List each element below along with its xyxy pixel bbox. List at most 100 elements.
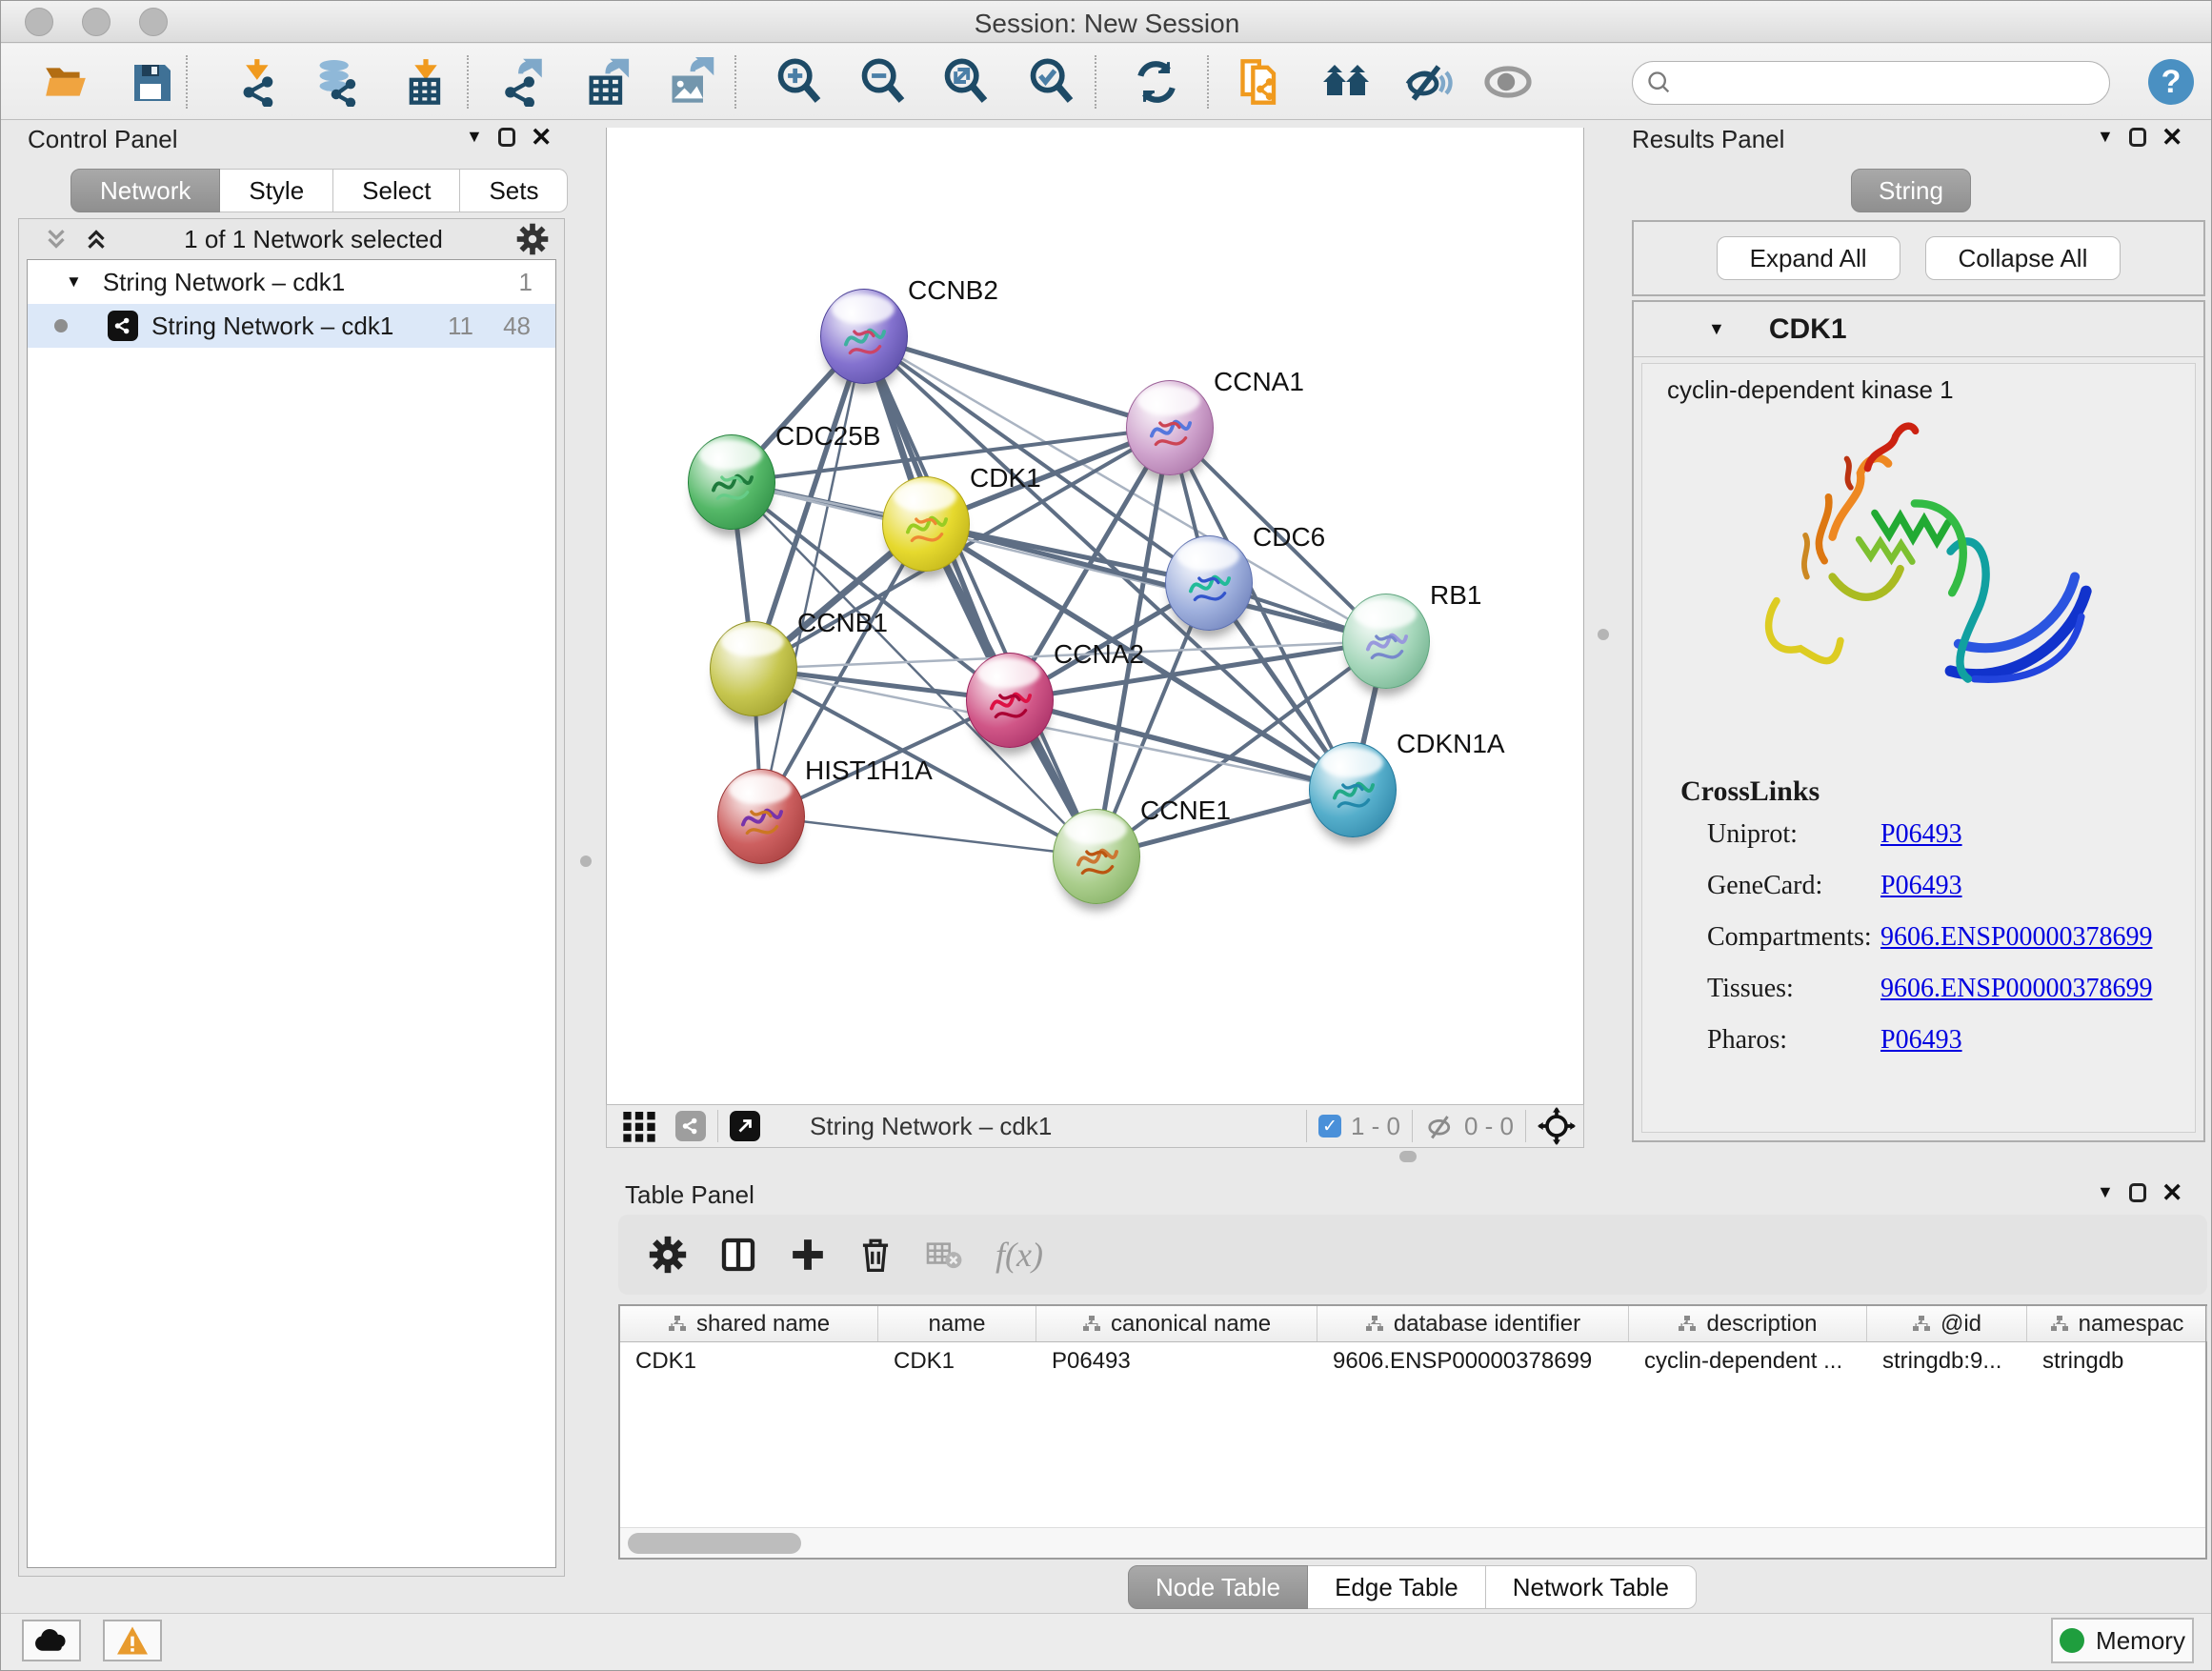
- table-cell[interactable]: 9606.ENSP00000378699: [1317, 1348, 1629, 1375]
- table-options-gear-icon[interactable]: [649, 1236, 687, 1274]
- results-panel-close-icon[interactable]: ✕: [2162, 128, 2183, 147]
- tab-network-table[interactable]: Network Table: [1486, 1565, 1697, 1609]
- results-panel-float-icon[interactable]: [2129, 128, 2146, 147]
- column-header-id[interactable]: @id: [1867, 1306, 2027, 1341]
- network-row[interactable]: String Network – cdk1 11 48: [28, 304, 555, 348]
- network-node-ccne1[interactable]: [1053, 809, 1140, 904]
- zoom-selected-icon[interactable]: [1027, 57, 1076, 107]
- collection-expand-icon[interactable]: ▼: [66, 272, 82, 292]
- expand-all-icon[interactable]: [82, 225, 111, 253]
- node-structure-thumbnail: [1359, 617, 1415, 673]
- table-cell[interactable]: stringdb:9...: [1867, 1348, 2027, 1375]
- network-node-ccnb1[interactable]: [710, 621, 797, 716]
- grid-view-icon[interactable]: [620, 1107, 658, 1145]
- network-selection-summary: 1 of 1 Network selected: [111, 225, 516, 254]
- tab-edge-table[interactable]: Edge Table: [1308, 1565, 1486, 1609]
- table-cell[interactable]: CDK1: [878, 1348, 1036, 1375]
- warnings-button[interactable]: [103, 1620, 162, 1661]
- tab-select[interactable]: Select: [333, 169, 460, 212]
- network-options-gear-icon[interactable]: [516, 223, 549, 255]
- home-icon[interactable]: [1321, 57, 1371, 107]
- network-node-hist1h1a[interactable]: [717, 769, 805, 864]
- column-header-name[interactable]: name: [878, 1306, 1036, 1341]
- eye-slash-icon[interactable]: [1404, 57, 1454, 107]
- network-node-rb1[interactable]: [1342, 594, 1430, 689]
- delete-column-icon[interactable]: [858, 1236, 893, 1274]
- network-collection-row[interactable]: ▼ String Network – cdk1 1: [28, 260, 555, 304]
- show-columns-icon[interactable]: [719, 1236, 757, 1274]
- table-panel-menu-icon[interactable]: ▼: [2097, 1182, 2114, 1202]
- birds-eye-view-icon[interactable]: [730, 1111, 760, 1141]
- table-horizontal-scrollbar[interactable]: [620, 1527, 2205, 1558]
- save-session-icon[interactable]: [127, 57, 176, 107]
- network-node-ccnb2[interactable]: [820, 289, 908, 384]
- protein-collapse-icon[interactable]: ▼: [1708, 319, 1725, 339]
- column-header-databaseidentifier[interactable]: database identifier: [1317, 1306, 1629, 1341]
- table-cell[interactable]: CDK1: [620, 1348, 878, 1375]
- zoom-out-icon[interactable]: [858, 57, 908, 107]
- table-panel-close-icon[interactable]: ✕: [2162, 1183, 2183, 1202]
- table-panel-tabs: Node TableEdge TableNetwork Table: [1128, 1565, 1697, 1609]
- network-node-cdc6[interactable]: [1165, 535, 1253, 631]
- export-image-icon[interactable]: [666, 57, 715, 107]
- tab-node-table[interactable]: Node Table: [1128, 1565, 1308, 1609]
- create-column-icon[interactable]: [790, 1237, 826, 1273]
- selected-nodes-checkbox[interactable]: ✓: [1318, 1115, 1341, 1137]
- column-header-canonicalname[interactable]: canonical name: [1036, 1306, 1317, 1341]
- network-canvas[interactable]: CCNB2CCNA1CDC25BCDK1CDC6RB1CCNB1CCNA2CDK…: [606, 128, 1584, 1104]
- tab-network[interactable]: Network: [70, 169, 220, 212]
- tab-sets[interactable]: Sets: [460, 169, 568, 212]
- string-documents-icon[interactable]: [1237, 57, 1286, 107]
- open-session-icon[interactable]: [41, 57, 90, 107]
- network-node-ccna1[interactable]: [1126, 380, 1214, 475]
- tab-style[interactable]: Style: [220, 169, 333, 212]
- crosslink-link[interactable]: P06493: [1880, 1025, 1962, 1056]
- scrollbar-thumb[interactable]: [628, 1533, 801, 1554]
- export-network-icon[interactable]: [500, 57, 550, 107]
- import-table-icon[interactable]: [401, 57, 451, 107]
- refresh-icon[interactable]: [1132, 57, 1181, 107]
- network-node-ccna2[interactable]: [966, 653, 1054, 748]
- search-input[interactable]: [1680, 70, 2081, 96]
- expand-all-button[interactable]: Expand All: [1717, 236, 1900, 280]
- results-panel-menu-icon[interactable]: ▼: [2097, 127, 2114, 147]
- right-splitter-handle[interactable]: [1598, 629, 1609, 640]
- cloud-button[interactable]: [22, 1620, 81, 1661]
- zoom-in-icon[interactable]: [774, 57, 824, 107]
- help-button[interactable]: ?: [2148, 59, 2194, 105]
- network-node-cdk1[interactable]: [882, 476, 970, 572]
- network-view-string-icon[interactable]: [675, 1111, 706, 1141]
- hidden-eye-slash-icon[interactable]: [1424, 1112, 1457, 1140]
- node-structure-thumbnail: [734, 793, 790, 848]
- protein-card-header[interactable]: ▼ CDK1: [1634, 302, 2203, 357]
- table-cell[interactable]: stringdb: [2027, 1348, 2207, 1375]
- table-cell[interactable]: P06493: [1036, 1348, 1317, 1375]
- bottom-splitter-handle[interactable]: [1399, 1151, 1417, 1162]
- memory-button[interactable]: Memory: [2051, 1618, 2194, 1663]
- collapse-all-button[interactable]: Collapse All: [1925, 236, 2122, 280]
- crosslink-link[interactable]: P06493: [1880, 871, 1962, 901]
- crosslink-link[interactable]: P06493: [1880, 819, 1962, 850]
- collapse-all-icon[interactable]: [42, 225, 70, 253]
- column-header-sharedname[interactable]: shared name: [620, 1306, 878, 1341]
- export-table-icon[interactable]: [583, 57, 633, 107]
- import-network-from-database-icon[interactable]: [313, 57, 363, 107]
- control-panel-close-icon[interactable]: ✕: [531, 128, 553, 147]
- table-row[interactable]: CDK1CDK1P064939606.ENSP00000378699cyclin…: [620, 1342, 2205, 1380]
- network-node-cdc25b[interactable]: [688, 434, 775, 530]
- eye-icon[interactable]: [1483, 57, 1533, 107]
- table-panel-float-icon[interactable]: [2129, 1183, 2146, 1202]
- crosslink-link[interactable]: 9606.ENSP00000378699: [1880, 974, 2152, 1004]
- control-panel-float-icon[interactable]: [498, 128, 515, 147]
- network-node-cdkn1a[interactable]: [1309, 742, 1397, 837]
- fit-selected-crosshair-icon[interactable]: [1538, 1107, 1576, 1145]
- crosslink-link[interactable]: 9606.ENSP00000378699: [1880, 922, 2152, 953]
- control-panel-menu-icon[interactable]: ▼: [466, 127, 483, 147]
- import-network-icon[interactable]: [234, 57, 284, 107]
- zoom-fit-icon[interactable]: [941, 57, 991, 107]
- table-cell[interactable]: cyclin-dependent ...: [1629, 1348, 1867, 1375]
- column-header-namespac[interactable]: namespac: [2027, 1306, 2207, 1341]
- left-splitter-handle[interactable]: [580, 856, 592, 867]
- column-header-description[interactable]: description: [1629, 1306, 1867, 1341]
- tab-string[interactable]: String: [1851, 169, 1971, 212]
